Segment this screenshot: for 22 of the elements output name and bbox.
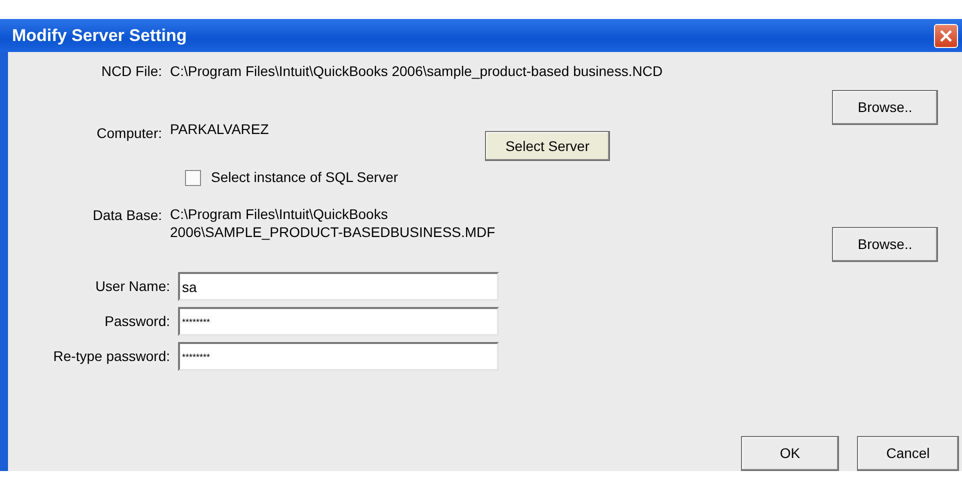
browse-button[interactable]: Browse..: [832, 227, 938, 262]
field-label: Computer:: [96, 124, 163, 143]
select-server-button[interactable]: Select Server: [485, 131, 610, 161]
cancel-button[interactable]: Cancel: [857, 436, 959, 471]
field-label: Data Base:: [92, 206, 163, 225]
checkbox[interactable]: [185, 170, 201, 186]
window-title: Modify Server Setting: [12, 24, 187, 47]
ok-button[interactable]: OK: [741, 436, 839, 471]
password-field[interactable]: ********: [178, 307, 499, 336]
path-text: C:\Program Files\Intuit\QuickBooks 2006\sample_product-based business.NCD: [170, 62, 663, 81]
field-label: User Name:: [94, 277, 171, 296]
username-field[interactable]: sa: [178, 272, 499, 301]
field-label: Re-type password:: [52, 347, 171, 366]
field-label: Password:: [104, 312, 171, 331]
computer-name: PARKALVAREZ: [170, 120, 270, 139]
browse-button[interactable]: Browse..: [832, 90, 938, 125]
path-text: C:\Program Files\Intuit\QuickBooks 2006\SAMPLE_PRODUCT-BASEDBUSINESS.MDF: [170, 205, 496, 242]
checkbox-label: Select instance of SQL Server: [211, 168, 398, 187]
password-field[interactable]: ********: [178, 342, 499, 371]
close-icon: [939, 28, 953, 42]
field-label: NCD File:: [100, 62, 163, 81]
close-button[interactable]: [934, 24, 958, 48]
